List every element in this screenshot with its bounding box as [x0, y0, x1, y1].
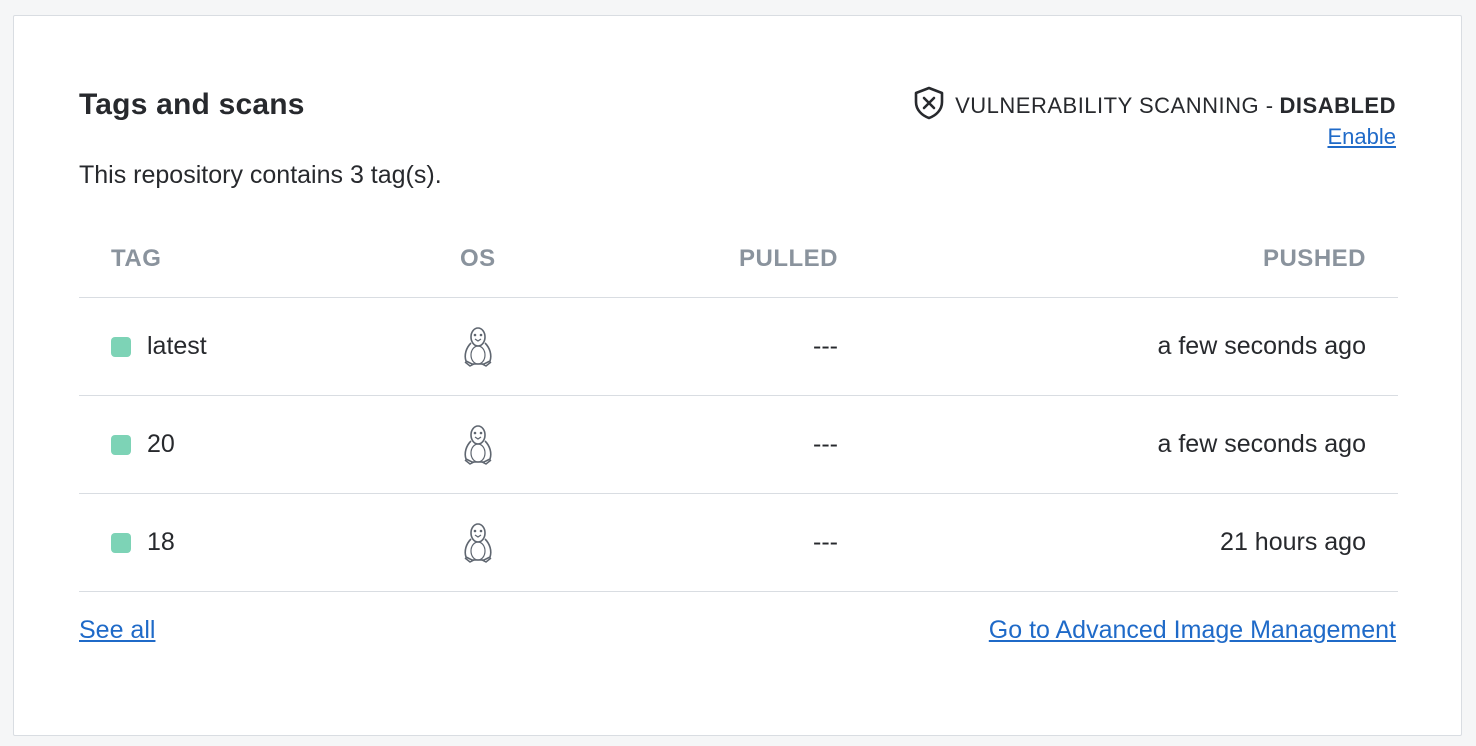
card-title: Tags and scans — [79, 88, 305, 121]
column-header-os: OS — [460, 245, 496, 272]
column-header-pushed: PUSHED — [1262, 245, 1366, 272]
tag-count-text: This repository contains 3 tag(s). — [79, 161, 442, 189]
tags-table: TAG OS PULLED PUSHED latest --- a few se… — [79, 241, 1398, 592]
tag-cell: latest — [111, 298, 207, 395]
table-row: 18 --- 21 hours ago — [79, 494, 1398, 592]
tag-cell: 18 — [111, 494, 175, 591]
table-row: 20 --- a few seconds ago — [79, 396, 1398, 494]
enable-scanning-link[interactable]: Enable — [1327, 124, 1396, 150]
pushed-cell: 21 hours ago — [1220, 528, 1366, 556]
status-dot — [111, 532, 131, 553]
table-row: latest --- a few seconds ago — [79, 298, 1398, 396]
pulled-cell: --- — [813, 332, 838, 360]
status-dot — [111, 336, 131, 357]
vulnerability-scanning-status: VULNERABILITY SCANNING - DISABLED — [913, 86, 1396, 126]
tag-name: 18 — [147, 528, 175, 556]
pulled-cell: --- — [813, 528, 838, 556]
table-header: TAG OS PULLED PUSHED — [79, 241, 1398, 298]
tags-and-scans-card: Tags and scans VULNERABILITY SCANNING - … — [13, 15, 1462, 736]
tag-name: 20 — [147, 430, 175, 458]
pushed-cell: a few seconds ago — [1157, 430, 1366, 458]
see-all-link[interactable]: See all — [79, 616, 155, 645]
linux-icon — [460, 298, 496, 395]
shield-x-icon — [913, 86, 955, 126]
pushed-cell: a few seconds ago — [1157, 332, 1366, 360]
scan-label: VULNERABILITY SCANNING - — [955, 93, 1274, 118]
column-header-pulled: PULLED — [739, 245, 838, 272]
linux-icon — [460, 396, 496, 493]
scan-status-value: DISABLED — [1279, 93, 1396, 118]
linux-icon — [460, 494, 496, 591]
tag-name: latest — [147, 332, 207, 360]
tag-cell: 20 — [111, 396, 175, 493]
pulled-cell: --- — [813, 430, 838, 458]
status-dot — [111, 434, 131, 455]
advanced-image-management-link[interactable]: Go to Advanced Image Management — [989, 616, 1396, 645]
column-header-tag: TAG — [111, 245, 162, 272]
